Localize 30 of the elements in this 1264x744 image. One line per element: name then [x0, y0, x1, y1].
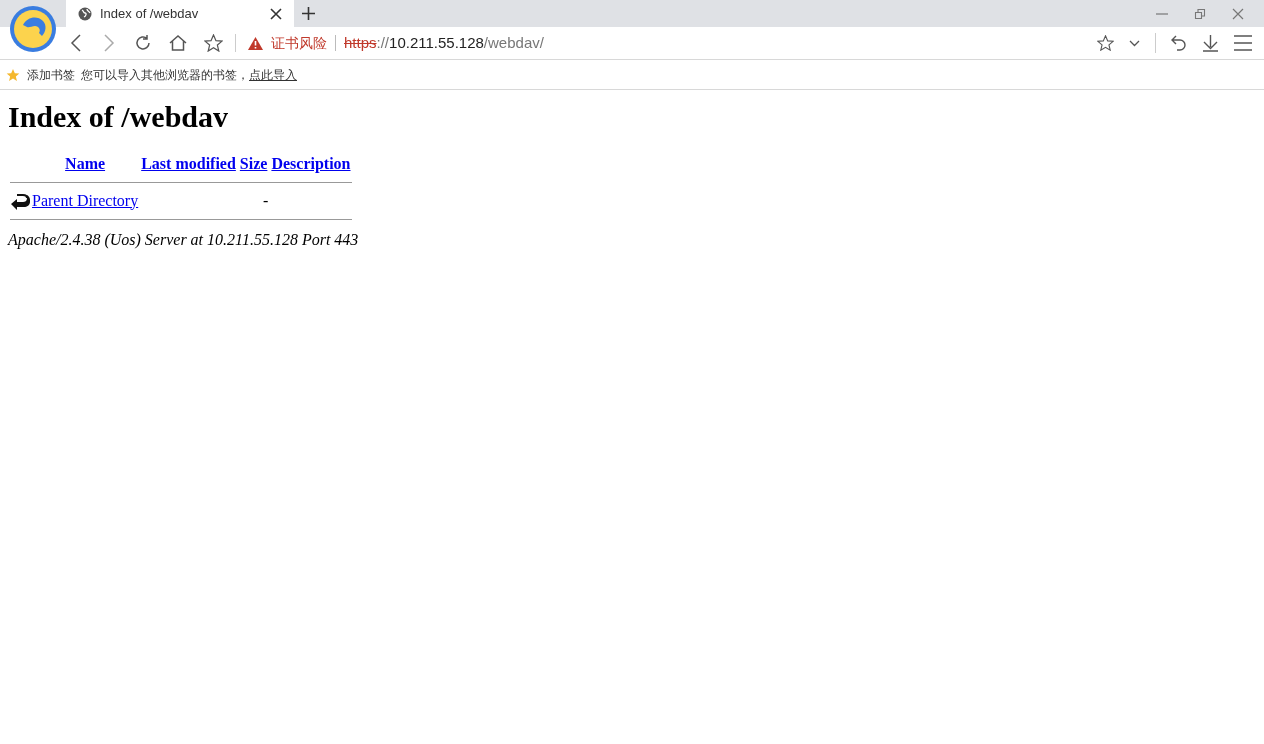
size-cell-text: - — [262, 190, 269, 211]
home-icon[interactable] — [169, 34, 187, 52]
restore-icon[interactable] — [1194, 8, 1206, 20]
url-field[interactable]: https://10.211.55.128/webdav/ — [344, 31, 1097, 55]
directory-link[interactable]: Parent Directory — [32, 191, 139, 209]
import-link[interactable]: 点此导入 — [249, 65, 297, 84]
close-icon[interactable] — [270, 7, 282, 20]
column-header-link[interactable]: Size — [239, 154, 268, 172]
import-hint: 您可以导入其他浏览器的书签， — [81, 66, 249, 84]
star-icon[interactable] — [1097, 35, 1114, 51]
reload-icon[interactable] — [134, 34, 152, 52]
warning-icon — [248, 36, 263, 50]
download-icon[interactable] — [1202, 34, 1219, 52]
new-tab-icon[interactable] — [302, 7, 315, 20]
page-heading: Index of /webdav — [8, 99, 230, 135]
security-warning[interactable]: 证书风险 — [271, 32, 327, 54]
chevron-down-icon[interactable] — [1129, 39, 1140, 47]
menu-icon[interactable] — [1234, 35, 1252, 51]
back-icon[interactable] — [68, 34, 84, 52]
star-icon — [6, 67, 20, 82]
browser-tab[interactable]: Index of /webdav — [66, 0, 294, 27]
tab-title: Index of /webdav — [100, 4, 200, 23]
star-icon[interactable] — [204, 34, 223, 52]
browser-logo-icon[interactable] — [9, 5, 57, 53]
column-header-link[interactable]: Description — [271, 154, 351, 172]
column-header-link[interactable]: Name — [65, 154, 106, 172]
undo-icon[interactable] — [1171, 34, 1187, 52]
column-header-link[interactable]: Last modified — [141, 154, 236, 172]
add-bookmark-label[interactable]: 添加书签 — [27, 65, 75, 84]
server-signature: Apache/2.4.38 (Uos) Server at 10.211.55.128 Port 443 — [8, 229, 360, 251]
